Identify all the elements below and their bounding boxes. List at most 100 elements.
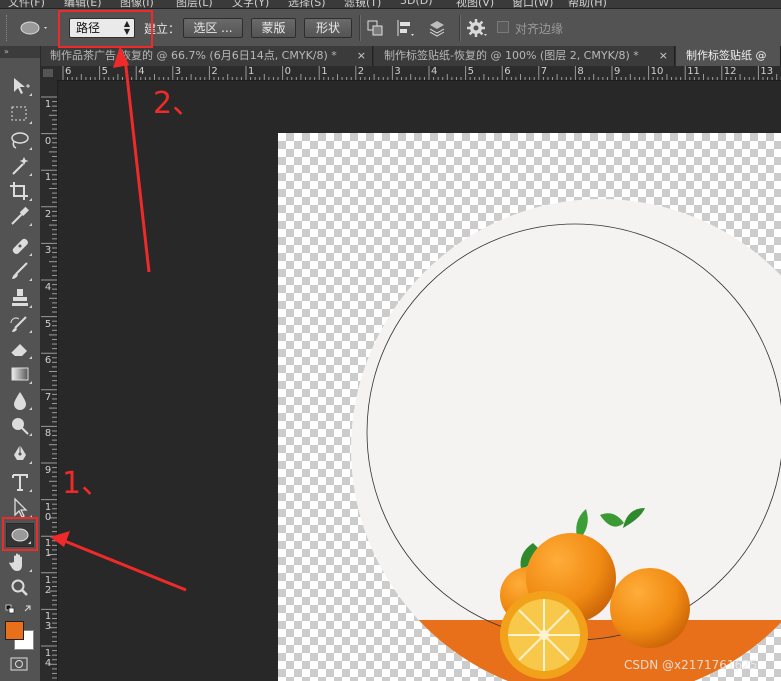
document-canvas[interactable]: [278, 133, 781, 681]
menu-item[interactable]: 图像(I): [120, 0, 154, 8]
watermark: CSDN @x2171761625: [624, 658, 758, 672]
tool-mode-value: 路径: [76, 21, 101, 35]
type-tool[interactable]: [6, 470, 34, 494]
ellipse-icon: [20, 21, 47, 35]
move-tool[interactable]: [6, 74, 34, 98]
align-edges-label: 对齐边缘: [515, 22, 564, 36]
ruler-label: 2: [357, 66, 365, 77]
options-bar: 路径 ▲ ▼ 建立： 选区 ... 蒙版 形状 对齐边缘: [0, 9, 781, 47]
ruler-label: 4: [138, 66, 145, 77]
hand-tool[interactable]: [6, 550, 34, 574]
menu-item[interactable]: 3D(D): [400, 0, 433, 7]
menu-item[interactable]: 视图(V): [456, 0, 494, 8]
ruler-label: 9: [44, 465, 52, 476]
clone-stamp-tool[interactable]: [6, 286, 34, 310]
brush-tool[interactable]: [6, 259, 34, 283]
blur-tool[interactable]: [6, 388, 34, 412]
spot-healing-brush-tool[interactable]: [6, 234, 34, 258]
ruler-label: 5: [44, 318, 52, 330]
tab-tea-ad[interactable]: 制作品茶广告-恢复的 @ 66.7% (6月6日14点, CMYK/8) * ×: [40, 46, 373, 66]
ruler-label: 2: [211, 66, 218, 77]
tool-mode-select[interactable]: 路径 ▲ ▼: [69, 18, 135, 38]
geometry-options-button[interactable]: [466, 18, 488, 38]
annotation-number-1: 1、: [62, 466, 112, 501]
magnifier-icon: [11, 579, 28, 596]
tools-panel: »: [0, 46, 41, 681]
make-shape-button[interactable]: 形状: [304, 18, 352, 38]
menu-item[interactable]: 选择(S): [288, 0, 326, 8]
menu-item[interactable]: 文件(F): [8, 0, 45, 8]
close-icon[interactable]: ×: [357, 46, 366, 66]
tools-panel-collapse[interactable]: »: [0, 46, 40, 58]
ruler-label: 3: [174, 66, 182, 77]
make-selection-button[interactable]: 选区 ...: [183, 18, 243, 38]
ruler-label: 1: [44, 99, 52, 110]
make-mask-button[interactable]: 蒙版: [251, 18, 296, 38]
ruler-label: 4: [44, 282, 52, 293]
menu-item[interactable]: 帮助(H): [568, 0, 607, 8]
menu-item[interactable]: 图层(L): [176, 0, 213, 8]
foreground-color-swatch[interactable]: [5, 621, 24, 640]
ellipse-tool-preset-picker[interactable]: [18, 19, 48, 37]
menu-item[interactable]: 滤镜(T): [344, 0, 381, 8]
ruler-label: 3: [44, 621, 52, 633]
arrange-icon: [429, 21, 445, 37]
menu-bar: 文件(F) 编辑(E) 图像(I) 图层(L) 文字(Y) 选择(S) 滤镜(T) 3D(D)…: [0, 0, 781, 9]
ruler-label: 2: [44, 208, 52, 220]
ruler-label: 0: [44, 511, 52, 523]
ruler-label: 2: [44, 584, 52, 596]
tab-sticker-recovered[interactable]: 制作标签贴纸-恢复的 @ 100% (图层 2, CMYK/8) * ×: [374, 46, 675, 66]
path-arrangement-button[interactable]: [426, 18, 448, 38]
ruler-label: 10: [650, 66, 664, 77]
menu-item[interactable]: 编辑(E): [64, 0, 102, 8]
artwork: [351, 199, 781, 681]
canvas-area[interactable]: [58, 81, 781, 681]
gear-icon: [467, 19, 487, 37]
zoom-tool[interactable]: [6, 576, 34, 600]
ruler-label: 11: [687, 66, 700, 77]
ruler-label: 3: [44, 245, 52, 257]
gradient-tool[interactable]: [6, 362, 34, 386]
ruler-label: 5: [467, 66, 474, 77]
ruler-label: 8: [577, 66, 584, 77]
ellipse-tool[interactable]: [6, 523, 34, 547]
path-alignment-button[interactable]: [395, 18, 417, 38]
menu-item[interactable]: 文字(Y): [232, 0, 269, 8]
ruler-label: 3: [394, 66, 401, 77]
ruler-origin[interactable]: [40, 66, 58, 80]
align-edges-checkbox[interactable]: [497, 21, 509, 33]
quick-mask-button[interactable]: [10, 656, 28, 671]
ruler-label: 7: [44, 391, 52, 403]
eraser-tool[interactable]: [6, 337, 34, 361]
align-icon: [397, 20, 414, 36]
default-colors-icon[interactable]: [4, 603, 34, 617]
separator: [459, 15, 461, 41]
ruler-label: 13: [760, 66, 774, 77]
path-operations-icon: [367, 20, 383, 36]
ruler-label: 6: [504, 66, 511, 77]
pen-tool[interactable]: [6, 442, 34, 466]
lasso-tool[interactable]: [6, 128, 34, 152]
eyedropper-tool[interactable]: [6, 204, 34, 228]
dodge-tool[interactable]: [6, 414, 34, 438]
menu-item[interactable]: 窗口(W): [512, 0, 553, 8]
ruler-label: 0: [284, 66, 291, 77]
ruler-label: 1: [248, 66, 255, 77]
close-icon[interactable]: ×: [659, 46, 668, 66]
crop-tool[interactable]: [6, 179, 34, 203]
tab-sticker-active[interactable]: 制作标签贴纸 @: [676, 46, 781, 66]
quick-mask-icon: [10, 657, 28, 671]
color-swatch-controls: [4, 602, 34, 616]
ruler-label: 6: [65, 66, 72, 77]
history-brush-tool[interactable]: [6, 311, 34, 335]
rectangular-marquee-tool[interactable]: [6, 102, 34, 126]
options-bar-grip[interactable]: [6, 15, 9, 41]
ruler-label: 6: [44, 355, 52, 367]
ruler-label: 1: [44, 548, 52, 560]
ruler-vertical[interactable]: 101234567891011121314: [40, 80, 58, 681]
path-operations-button[interactable]: [365, 18, 387, 38]
ruler-label: 1: [44, 172, 52, 184]
path-selection-tool[interactable]: [6, 496, 34, 520]
quick-selection-tool[interactable]: [6, 154, 34, 178]
document-tabs: 制作品茶广告-恢复的 @ 66.7% (6月6日14点, CMYK/8) * ×…: [40, 46, 781, 66]
